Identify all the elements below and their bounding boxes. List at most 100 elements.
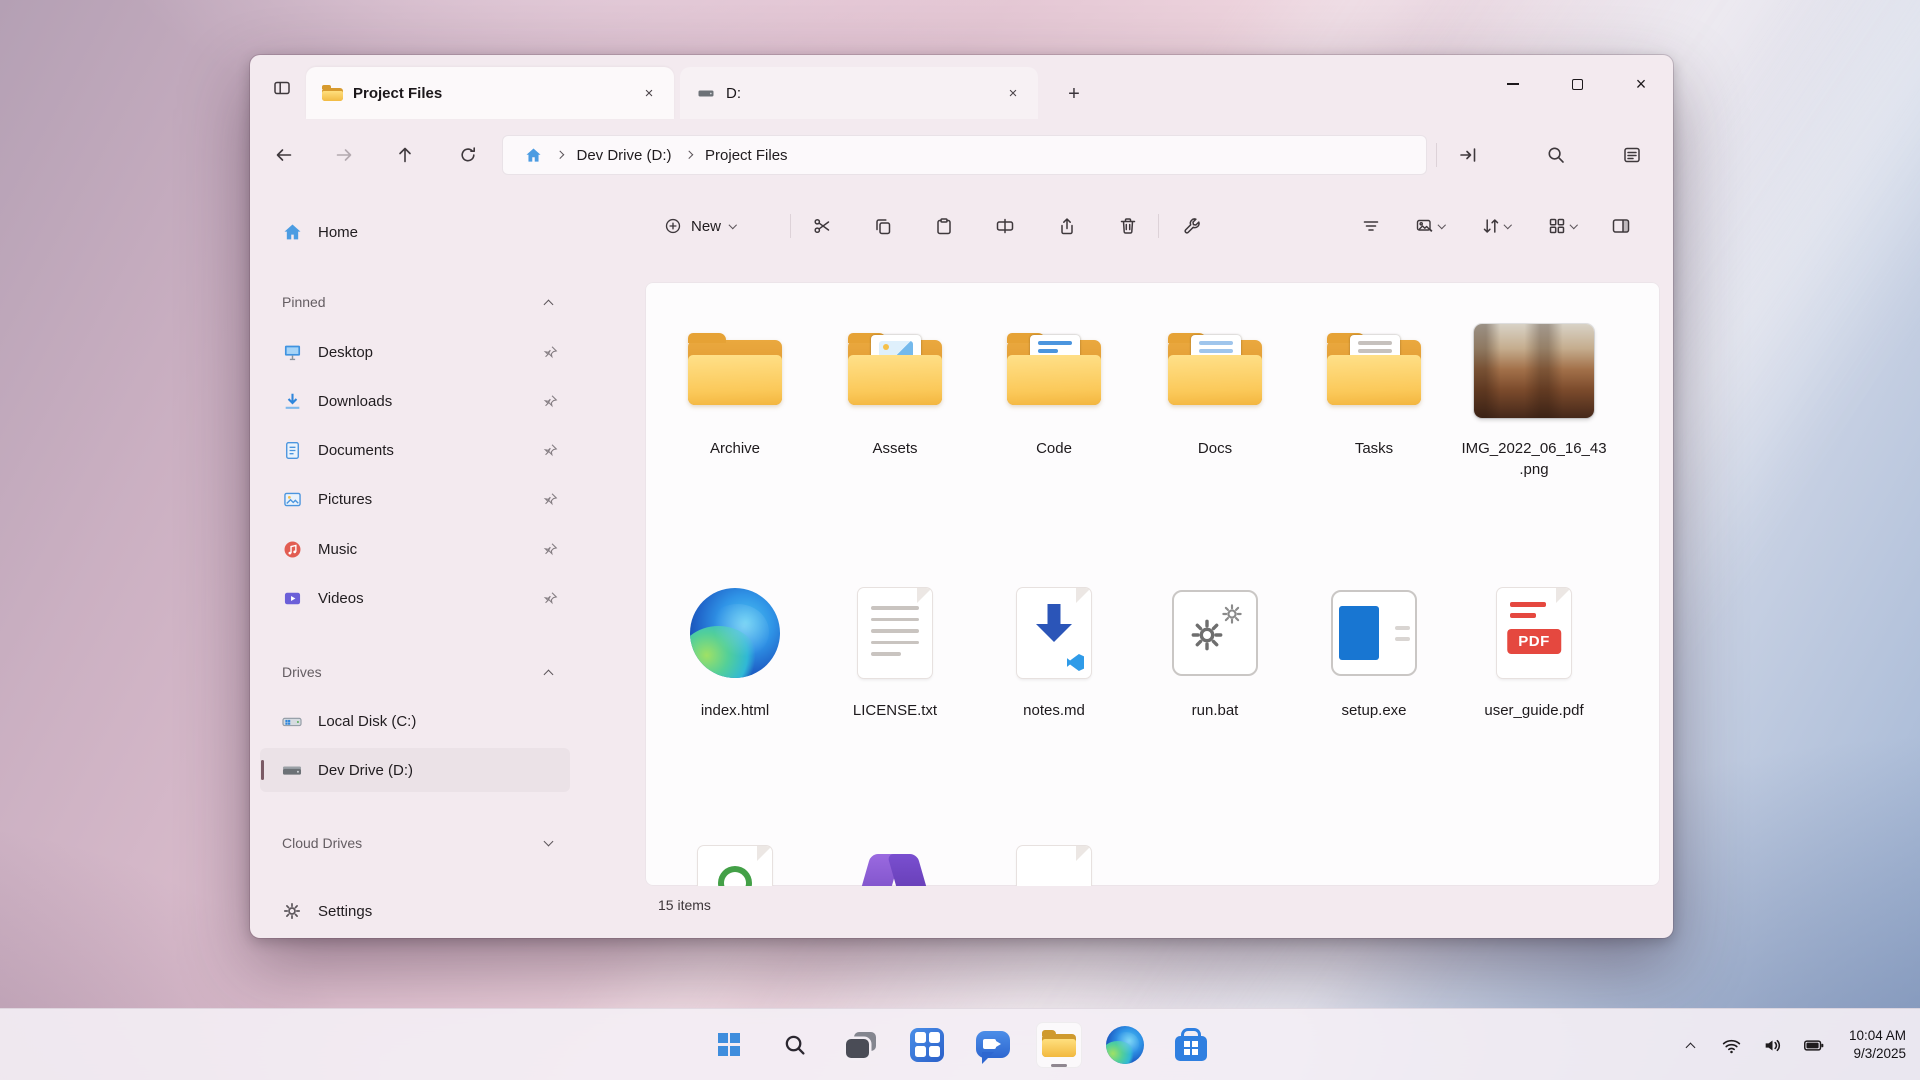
pin-icon [540,393,560,410]
file-tile-assets[interactable]: Assets [820,316,970,459]
pin-icon [540,442,560,459]
sort-button[interactable] [1469,207,1523,245]
file-tile-run-bat[interactable]: run.bat [1140,578,1290,721]
expand-address-button[interactable] [1448,136,1488,174]
tab-list-button[interactable] [266,73,298,103]
sidebar-section-cloud-drives[interactable]: Cloud Drives [260,825,570,861]
store-button[interactable] [1168,1022,1214,1068]
sidebar-item-downloads[interactable]: Downloads [260,379,570,423]
file-explorer-icon [1041,1030,1077,1060]
paste-button[interactable] [924,207,964,245]
cut-button[interactable] [802,207,842,245]
taskbar-clock[interactable]: 10:04 AM 9/3/2025 [1849,1027,1906,1063]
volume-button[interactable] [1759,1028,1787,1062]
file-explorer-button[interactable] [1036,1022,1082,1068]
trash-icon [1118,216,1138,236]
back-button[interactable] [265,136,303,174]
chat-button[interactable] [970,1022,1016,1068]
folder-image-icon [843,330,947,412]
rename-button[interactable] [985,207,1025,245]
arrow-to-bar-icon [1458,145,1478,165]
sidebar-item-home[interactable]: Home [260,210,570,254]
address-bar[interactable]: Dev Drive (D:) Project Files [502,135,1427,175]
refresh-button[interactable] [449,136,487,174]
sidebar-item-music[interactable]: Music [260,527,570,571]
image-icon [1415,216,1435,236]
file-tile-image[interactable]: IMG_2022_06_16_43.png [1459,316,1609,480]
sidebar-item-local-disk-c[interactable]: Local Disk (C:) [260,699,570,743]
search-icon [783,1033,807,1057]
file-tile-archive[interactable]: Archive [660,316,810,459]
file-tile-code[interactable]: Code [979,316,1129,459]
breadcrumb-segment-folder[interactable]: Project Files [697,142,796,169]
maximize-button[interactable] [1545,55,1609,113]
view-button[interactable] [1535,207,1589,245]
sidebar-item-videos[interactable]: Videos [260,576,570,620]
edge-button[interactable] [1102,1022,1148,1068]
file-tile-license-txt[interactable]: LICENSE.txt [820,578,970,721]
sidebar-section-drives[interactable]: Drives [260,654,570,690]
tools-button[interactable] [1172,207,1212,245]
tab-project-files[interactable]: Project Files × [306,67,674,119]
close-button[interactable]: × [1609,55,1673,113]
maximize-icon [1572,79,1583,90]
copy-button[interactable] [863,207,903,245]
file-tile-setup-exe[interactable]: setup.exe [1299,578,1449,721]
taskbar: 10:04 AM 9/3/2025 [0,1008,1920,1080]
tab-close-icon[interactable]: × [636,80,662,106]
widgets-button[interactable] [904,1022,950,1068]
desktop: Project Files × D: × + × [0,0,1920,1080]
wrench-icon [1182,216,1202,236]
file-tile-partial-2[interactable] [820,838,970,886]
file-tile-tasks[interactable]: Tasks [1299,316,1449,459]
file-tile-docs[interactable]: Docs [1140,316,1290,459]
tab-close-icon[interactable]: × [1000,80,1026,106]
scissors-icon [812,216,832,236]
search-button[interactable] [772,1022,818,1068]
wifi-button[interactable] [1718,1028,1746,1062]
preview-pane-button[interactable] [1601,207,1641,245]
sidebar-item-documents[interactable]: Documents [260,428,570,472]
sidebar-item-dev-drive-d[interactable]: Dev Drive (D:) [260,748,570,792]
share-button[interactable] [1047,207,1087,245]
file-tile-partial-3[interactable] [979,838,1129,886]
chevron-down-icon [1438,221,1446,229]
sidebar-section-pinned[interactable]: Pinned [260,284,570,320]
forward-button[interactable] [325,136,363,174]
item-count: 15 items [658,897,711,913]
breadcrumb-segment-drive[interactable]: Dev Drive (D:) [569,142,680,169]
file-tile-notes-md[interactable]: notes.md [979,578,1129,721]
music-icon [280,539,304,560]
tab-label: D: [726,85,990,102]
command-list-button[interactable] [1612,136,1652,174]
file-label: Tasks [1299,438,1449,459]
tab-d-drive[interactable]: D: × [680,67,1038,119]
pin-icon [540,344,560,361]
file-tile-user-guide-pdf[interactable]: PDF user_guide.pdf [1459,578,1609,721]
up-button[interactable] [386,136,424,174]
file-tile-index-html[interactable]: index.html [660,578,810,721]
windows-logo-icon [718,1033,741,1056]
search-button[interactable] [1536,136,1576,174]
file-tile-partial-1[interactable] [660,838,810,886]
tab-label: Project Files [353,85,626,102]
thumbnail-options-button[interactable] [1403,207,1457,245]
new-tab-button[interactable]: + [1058,79,1090,109]
sidebar-item-pictures[interactable]: Pictures [260,477,570,521]
task-view-button[interactable] [838,1022,884,1068]
sidebar-item-desktop[interactable]: Desktop [260,330,570,374]
breadcrumb-home-button[interactable] [516,141,551,170]
new-button[interactable]: New [652,207,748,245]
search-icon [1546,145,1566,165]
chat-icon [976,1031,1010,1058]
chevron-down-icon [544,837,554,847]
delete-button[interactable] [1108,207,1148,245]
start-button[interactable] [706,1022,752,1068]
desktop-icon [280,342,304,363]
tray-overflow-button[interactable] [1677,1028,1705,1062]
minimize-button[interactable] [1481,55,1545,113]
battery-button[interactable] [1800,1028,1828,1062]
sidebar-item-settings[interactable]: Settings [260,889,570,933]
file-label: Code [979,438,1129,459]
filter-button[interactable] [1351,207,1391,245]
